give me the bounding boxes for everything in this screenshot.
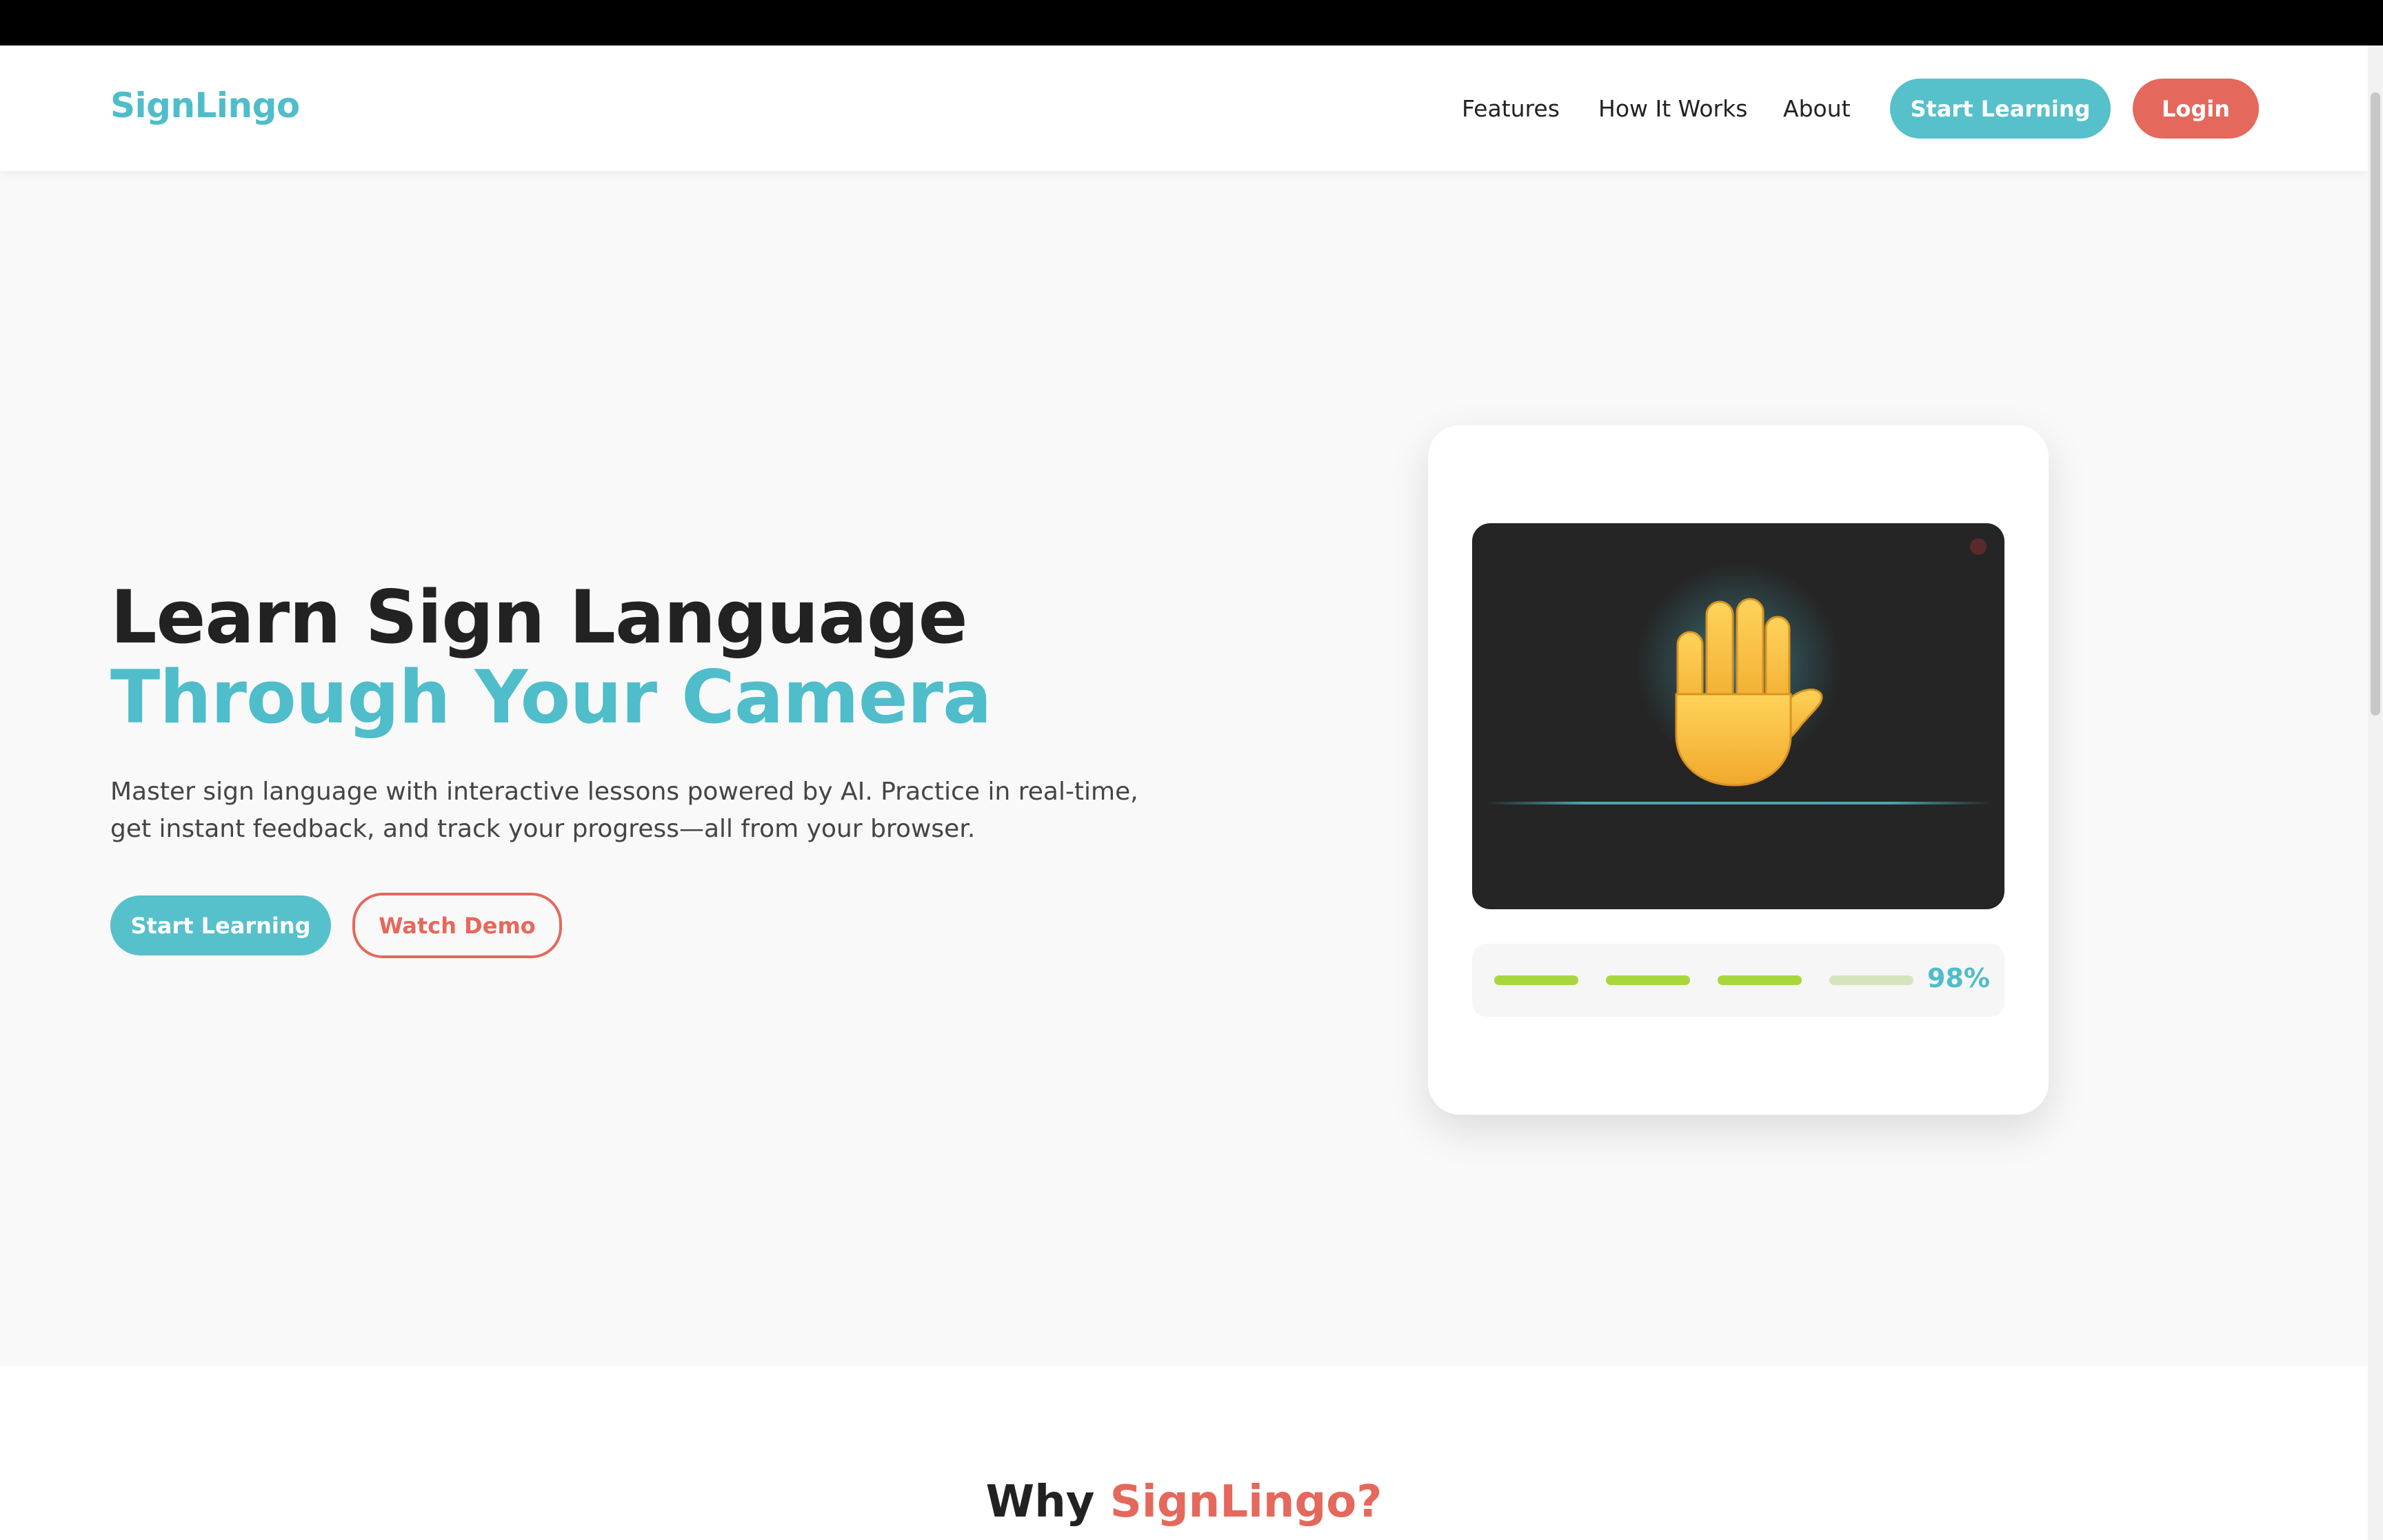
hero-subtitle: Master sign language with interactive le… (110, 778, 1138, 843)
scrollbar-track[interactable] (2368, 45, 2383, 1540)
nav-start-learning-button[interactable]: Start Learning (1890, 79, 2111, 139)
login-button[interactable]: Login (2133, 79, 2259, 139)
progress-segment (1494, 975, 1578, 985)
progress-segment (1829, 975, 1913, 985)
browser-top-bar (0, 0, 2383, 45)
progress-segment (1718, 975, 1802, 985)
camera-preview (1472, 523, 2004, 909)
hero-title-accent: Through Your Camera (110, 655, 992, 740)
watch-demo-button[interactable]: Watch Demo (352, 893, 562, 958)
why-title-main: Why (985, 1477, 1110, 1528)
nav-link-features[interactable]: Features (1462, 95, 1560, 122)
raised-hand-icon (1675, 598, 1823, 787)
logo[interactable]: SignLingo (110, 85, 300, 125)
hero-title-main: Learn Sign Language (110, 575, 968, 660)
nav-link-how-it-works[interactable]: How It Works (1598, 95, 1747, 122)
record-indicator-icon (1970, 538, 1987, 555)
progress-segment (1606, 975, 1690, 985)
hero-start-learning-button[interactable]: Start Learning (110, 895, 331, 955)
demo-card: 98% (1428, 425, 2049, 1115)
why-section: Why SignLingo? (0, 1366, 2368, 1540)
scrollbar-thumb[interactable] (2371, 92, 2380, 716)
why-title: Why SignLingo? (0, 1477, 2368, 1528)
nav-link-about[interactable]: About (1783, 95, 1851, 122)
progress-panel: 98% (1472, 944, 2004, 1017)
accuracy-value: 98% (1927, 963, 1990, 993)
scan-line (1485, 802, 1992, 804)
hero-title: Learn Sign Language Through Your Camera (110, 578, 1214, 738)
navbar: SignLingo Features How It Works About St… (0, 45, 2368, 171)
why-title-accent: SignLingo? (1109, 1477, 1382, 1528)
